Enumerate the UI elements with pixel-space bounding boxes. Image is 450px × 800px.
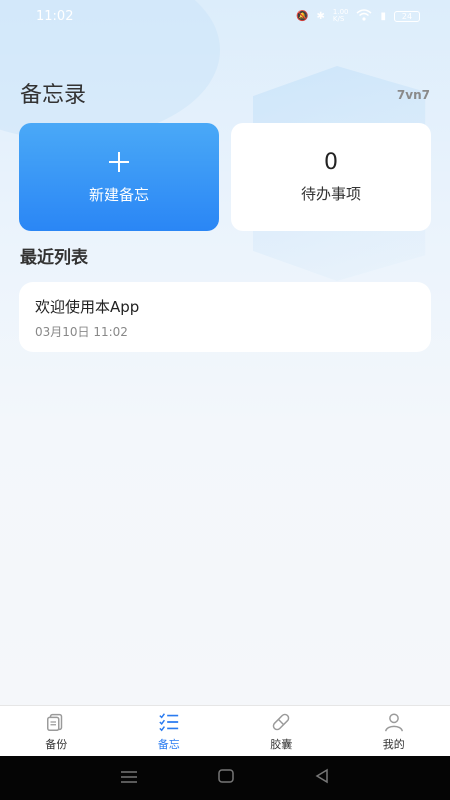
menu-icon[interactable]: [120, 769, 138, 788]
new-memo-label: 新建备忘: [88, 185, 149, 204]
recent-list-title: 最近列表: [20, 248, 88, 268]
signal-icon: ▮: [380, 10, 386, 22]
memo-list-icon: [159, 712, 178, 731]
bluetooth-icon: ✱: [316, 10, 325, 22]
plus-icon: [107, 150, 131, 180]
todo-count: 0: [324, 150, 338, 175]
mute-icon: 🔕: [296, 10, 309, 22]
capsule-icon: [272, 713, 290, 730]
net-speed: 1.00 K/S: [332, 8, 349, 23]
list-item[interactable]: 欢迎使用本App 03月10日 11:02: [19, 282, 431, 352]
status-icons: 🔕 ✱ 1.00 K/S ▮ 24: [296, 9, 420, 24]
memo-title: 欢迎使用本App: [35, 298, 140, 316]
todo-label: 待办事项: [300, 185, 361, 203]
tab-profile-label: 我的: [382, 737, 405, 751]
tab-capsule[interactable]: 胶囊: [225, 706, 338, 756]
tab-profile[interactable]: 我的: [338, 706, 450, 756]
page-title: 备忘录: [20, 83, 87, 108]
todo-card[interactable]: 0 待办事项: [231, 123, 431, 231]
status-bar: 11:02 🔕 ✱ 1.00 K/S ▮ 24: [0, 0, 450, 32]
system-nav-bar: [0, 756, 450, 800]
bottom-tab-bar: 备份 备忘 胶囊 我的: [0, 705, 450, 756]
new-memo-button[interactable]: 新建备忘: [19, 123, 219, 231]
home-icon[interactable]: [217, 768, 235, 788]
wifi-icon: [356, 8, 372, 24]
memo-date: 03月10日 11:02: [35, 325, 128, 339]
back-icon[interactable]: [314, 768, 330, 788]
tab-memo-label: 备忘: [157, 737, 180, 751]
version-label: 7vn7: [396, 88, 430, 102]
profile-icon: [384, 712, 403, 731]
battery-icon: 24: [394, 10, 420, 22]
backup-icon: [47, 713, 63, 731]
tab-memo[interactable]: 备忘: [113, 706, 226, 756]
status-time: 11:02: [36, 8, 74, 24]
tab-backup[interactable]: 备份: [0, 706, 113, 756]
tab-backup-label: 备份: [45, 737, 68, 751]
tab-capsule-label: 胶囊: [270, 737, 293, 751]
